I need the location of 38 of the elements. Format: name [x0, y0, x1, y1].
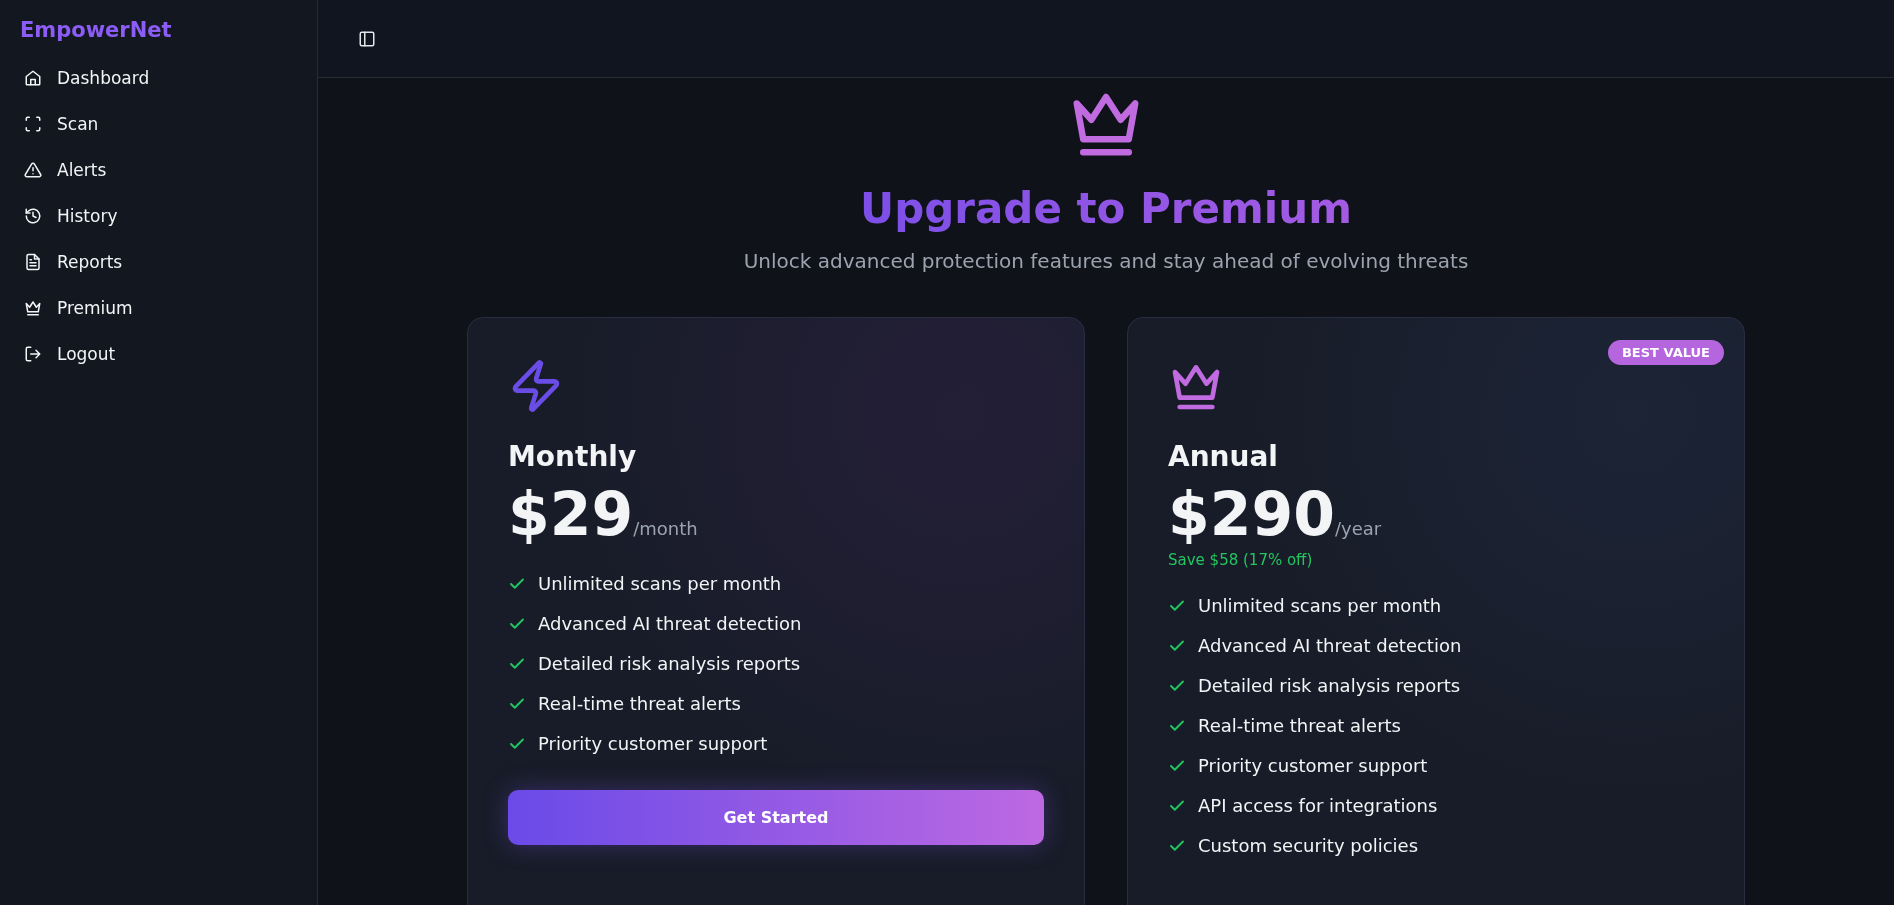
sidebar-item[interactable]: History	[20, 204, 122, 228]
crown-icon	[24, 299, 42, 317]
sidebar-item[interactable]: Scan	[20, 112, 103, 136]
best-value-badge: BEST VALUE	[1607, 340, 1724, 365]
feature-text: Custom security policies	[1198, 835, 1419, 856]
plan-price: $290	[1168, 479, 1335, 549]
feature-text: Priority customer support	[538, 733, 768, 754]
feature-text: Unlimited scans per month	[538, 573, 782, 594]
get-started-button[interactable]: Get Started	[508, 790, 1044, 845]
logout-icon	[24, 345, 42, 363]
app-logo: EmpowerNet	[20, 18, 172, 42]
scan-frame-icon	[24, 115, 42, 133]
home-icon	[24, 69, 42, 87]
feature-text: Detailed risk analysis reports	[1198, 675, 1461, 696]
sidebar-item[interactable]: Dashboard	[20, 66, 154, 90]
sidebar-item[interactable]: Reports	[20, 250, 127, 274]
sidebar-item[interactable]: Premium	[20, 296, 137, 320]
feature-text: API access for integrations	[1198, 795, 1438, 816]
sidebar-item[interactable]: Alerts	[20, 158, 111, 182]
feature-text: Real-time threat alerts	[538, 693, 741, 714]
price-period: /year	[1335, 518, 1382, 539]
feature-text: Advanced AI threat detection	[538, 613, 802, 634]
warning-icon	[24, 161, 42, 179]
feature-text: Priority customer support	[1198, 755, 1428, 776]
sidebar-toggle-icon	[358, 29, 376, 48]
plan-price: $29	[508, 479, 634, 549]
history-icon	[24, 207, 42, 225]
feature-text: Advanced AI threat detection	[1198, 635, 1462, 656]
plan-name: Monthly	[508, 440, 637, 473]
feature-text: Unlimited scans per month	[1198, 595, 1442, 616]
page-subtitle: Unlock advanced protection features and stay ahead of evolving threats	[743, 249, 1469, 273]
price-period: /month	[633, 518, 698, 539]
savings-text: Save $58 (17% off)	[1168, 551, 1313, 569]
feature-text: Real-time threat alerts	[1198, 715, 1401, 736]
plan-name: Annual	[1168, 440, 1278, 473]
sidebar-item[interactable]: Logout	[20, 342, 120, 366]
document-icon	[24, 253, 42, 271]
feature-text: Detailed risk analysis reports	[538, 653, 801, 674]
